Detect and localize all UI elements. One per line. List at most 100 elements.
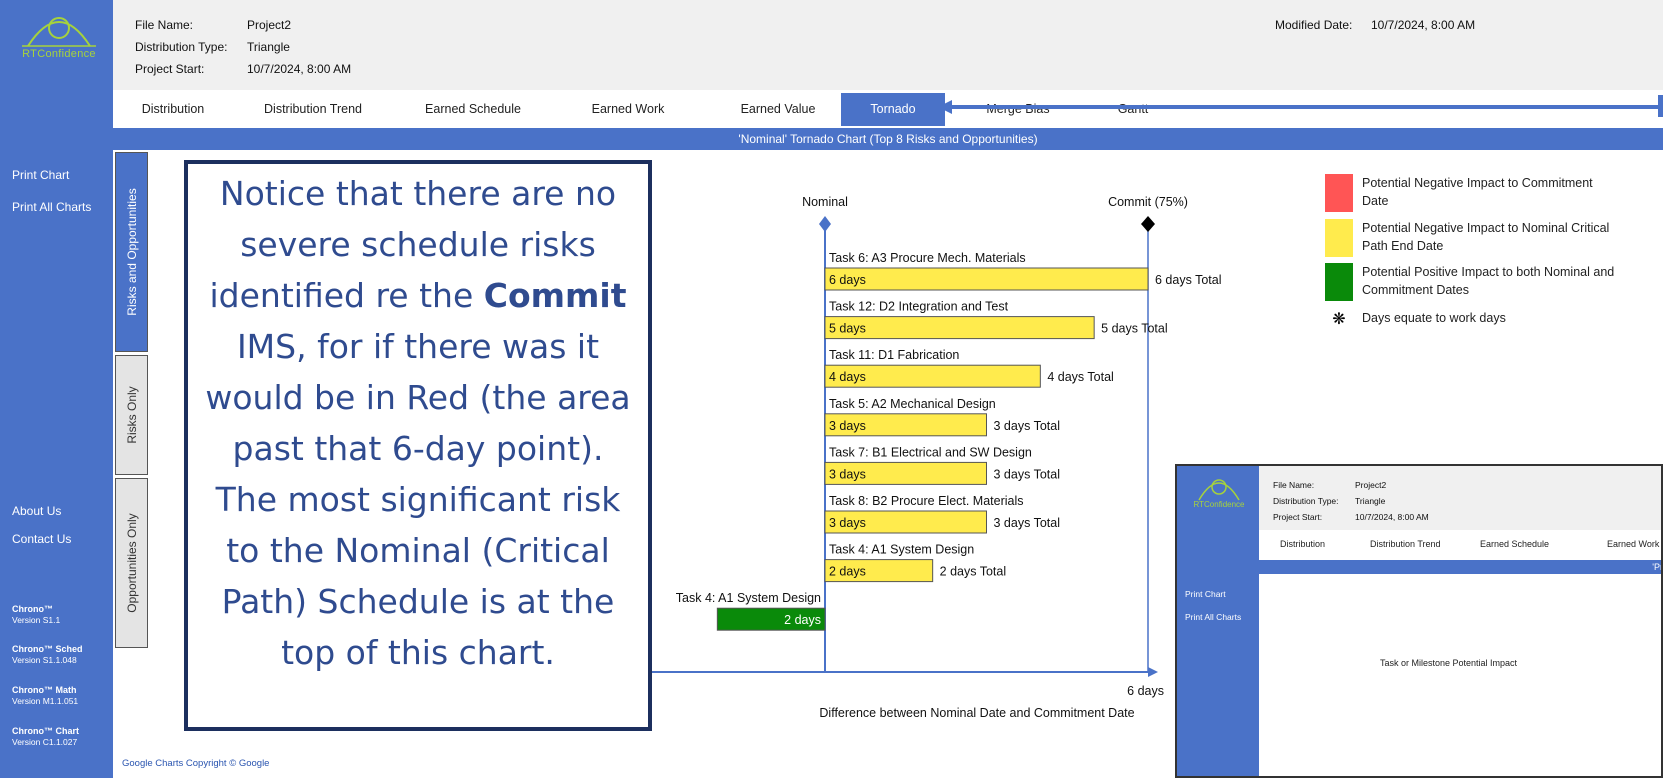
- version-chrono-chart: Chrono™ Chart Version C1.1.027: [12, 726, 79, 747]
- version-chrono-sched: Chrono™ Sched Version S1.1.048: [12, 644, 83, 665]
- tab-earned-work[interactable]: Earned Work: [563, 93, 693, 126]
- mini-distribution-type-label: Distribution Type:: [1273, 496, 1339, 506]
- project-start-value: 10/7/2024, 8:00 AM: [247, 62, 352, 76]
- opportunity-bar-label: 2 days: [784, 613, 821, 627]
- risk-task-label: Task 8: B2 Procure Elect. Materials: [829, 494, 1024, 508]
- callout-text-part: IMS, for if there was it would be in Red…: [205, 327, 631, 672]
- distribution-type-value: Triangle: [247, 40, 290, 54]
- print-chart-link[interactable]: Print Chart: [12, 168, 69, 182]
- mini-project-start-value: 10/7/2024, 8:00 AM: [1355, 512, 1429, 522]
- x-axis-arrowhead: [1148, 667, 1158, 677]
- risk-total-label: 6 days Total: [1155, 273, 1221, 287]
- risk-total-label: 3 days Total: [994, 419, 1060, 433]
- risk-task-label: Task 5: A2 Mechanical Design: [829, 397, 996, 411]
- mini-sidebar: RTConfidence Print Chart Print All Chart…: [1177, 466, 1259, 776]
- vtab-label: Risks Only: [124, 386, 139, 444]
- print-all-charts-link[interactable]: Print All Charts: [12, 200, 91, 214]
- mini-file-name-label: File Name:: [1273, 480, 1315, 490]
- version-name: Chrono™: [12, 604, 53, 614]
- mini-info-bar: File Name: Project2 Distribution Type: T…: [1259, 466, 1661, 530]
- legend-text: Potential Negative Impact to Nominal Cri…: [1362, 221, 1610, 253]
- risk-bar-label: 2 days: [829, 565, 866, 579]
- risk-total-label: 3 days Total: [994, 516, 1060, 530]
- tab-earned-value[interactable]: Earned Value: [713, 93, 843, 126]
- nominal-label: Nominal: [802, 195, 848, 209]
- file-name-label: File Name:: [135, 18, 194, 32]
- version-number: Version M1.1.051: [12, 696, 79, 706]
- vtab-opportunities-only[interactable]: Opportunities Only: [115, 478, 148, 648]
- legend-swatch-yellow: [1325, 219, 1353, 257]
- risk-task-label: Task 6: A3 Procure Mech. Materials: [829, 251, 1026, 265]
- annotation-callout: Notice that there are no severe schedule…: [184, 160, 652, 731]
- annotation-arrow: [950, 105, 1663, 109]
- mini-print-all-charts-link[interactable]: Print All Charts: [1185, 612, 1241, 622]
- risk-task-label: Task 11: D1 Fabrication: [829, 348, 959, 362]
- legend-text: Days equate to work days: [1362, 311, 1506, 325]
- callout-text: Notice that there are no severe schedule…: [188, 164, 648, 678]
- x-axis-end-label: 6 days: [1127, 684, 1164, 698]
- rtconfidence-logo: RTConfidence: [14, 10, 104, 68]
- version-name: Chrono™ Sched: [12, 644, 83, 654]
- risk-bar: [824, 267, 1149, 291]
- file-name-value: Project2: [247, 18, 292, 32]
- legend-swatch-green: [1325, 263, 1353, 301]
- tab-merge-bias[interactable]: Merge Bias: [963, 93, 1073, 126]
- mini-tab-distribution-trend[interactable]: Distribution Trend: [1370, 539, 1441, 549]
- mini-tab-earned-work[interactable]: Earned Work: [1607, 539, 1659, 549]
- tab-distribution[interactable]: Distribution: [123, 93, 223, 126]
- modified-date-value: 10/7/2024, 8:00 AM: [1371, 18, 1476, 32]
- version-number: Version S1.1: [12, 615, 61, 625]
- risk-total-label: 4 days Total: [1047, 370, 1113, 384]
- distribution-type-label: Distribution Type:: [135, 40, 228, 54]
- project-info-bar: File Name: Project2 Distribution Type: T…: [113, 0, 1663, 90]
- risk-bar-label: 4 days: [829, 370, 866, 384]
- sidebar: RTConfidence Print Chart Print All Chart…: [0, 0, 113, 778]
- mini-logo-text: RTConfidence: [1193, 500, 1245, 509]
- version-name: Chrono™ Math: [12, 685, 77, 695]
- google-charts-copyright[interactable]: Google Charts Copyright © Google: [122, 758, 269, 769]
- tab-tornado[interactable]: Tornado: [841, 93, 945, 126]
- version-chrono: Chrono™ Version S1.1: [12, 604, 60, 625]
- risk-bar-label: 6 days: [829, 273, 866, 287]
- mini-chart-title-bar: 'Pr: [1259, 560, 1661, 574]
- vtab-risks-only[interactable]: Risks Only: [115, 355, 148, 475]
- modified-date-label: Modified Date:: [1275, 18, 1353, 32]
- project-start-label: Project Start:: [135, 62, 205, 76]
- vtab-label: Risks and Opportunities: [124, 188, 139, 316]
- risk-bar-label: 3 days: [829, 467, 866, 481]
- commit-label: Commit (75%): [1108, 195, 1188, 209]
- risk-total-label: 3 days Total: [994, 467, 1060, 481]
- arrow-tail: [1658, 95, 1663, 117]
- logo-text: RTConfidence: [22, 48, 96, 60]
- nominal-marker: [819, 216, 831, 232]
- opportunity-task-label: Task 4: A1 System Design: [676, 591, 821, 605]
- risk-task-label: Task 4: A1 System Design: [829, 543, 974, 557]
- mini-center-text: Task or Milestone Potential Impact: [1380, 658, 1518, 668]
- mini-logo: RTConfidence: [1189, 474, 1249, 514]
- vtab-risks-and-opportunities[interactable]: Risks and Opportunities: [115, 152, 148, 352]
- mini-file-name-value: Project2: [1355, 480, 1387, 490]
- risk-bar-label: 5 days: [829, 322, 866, 336]
- x-axis-title: Difference between Nominal Date and Comm…: [819, 706, 1134, 720]
- contact-us-link[interactable]: Contact Us: [12, 532, 71, 546]
- tab-gantt[interactable]: Gantt: [1093, 93, 1173, 126]
- mini-distribution-type-value: Triangle: [1355, 496, 1386, 506]
- tab-distribution-trend[interactable]: Distribution Trend: [243, 93, 383, 126]
- vtab-label: Opportunities Only: [124, 513, 139, 613]
- risk-total-label: 2 days Total: [940, 565, 1006, 579]
- arrow-head-icon: [938, 100, 952, 114]
- tab-earned-schedule[interactable]: Earned Schedule: [403, 93, 543, 126]
- mini-tab-earned-schedule[interactable]: Earned Schedule: [1480, 539, 1549, 549]
- version-chrono-math: Chrono™ Math Version M1.1.051: [12, 685, 78, 706]
- mini-tab-distribution[interactable]: Distribution: [1280, 539, 1325, 549]
- callout-bold: Commit: [483, 276, 627, 315]
- legend-text: Potential Positive Impact to both Nomina…: [1362, 265, 1615, 297]
- risk-task-label: Task 7: B1 Electrical and SW Design: [829, 445, 1032, 459]
- legend-swatch-red: [1325, 174, 1353, 212]
- mini-project-start-label: Project Start:: [1273, 512, 1323, 522]
- about-us-link[interactable]: About Us: [12, 504, 61, 518]
- legend-text: Potential Negative Impact to Commitment …: [1362, 176, 1593, 208]
- secondary-window: RTConfidence Print Chart Print All Chart…: [1175, 464, 1663, 778]
- version-number: Version S1.1.048: [12, 655, 77, 665]
- mini-print-chart-link[interactable]: Print Chart: [1185, 589, 1226, 599]
